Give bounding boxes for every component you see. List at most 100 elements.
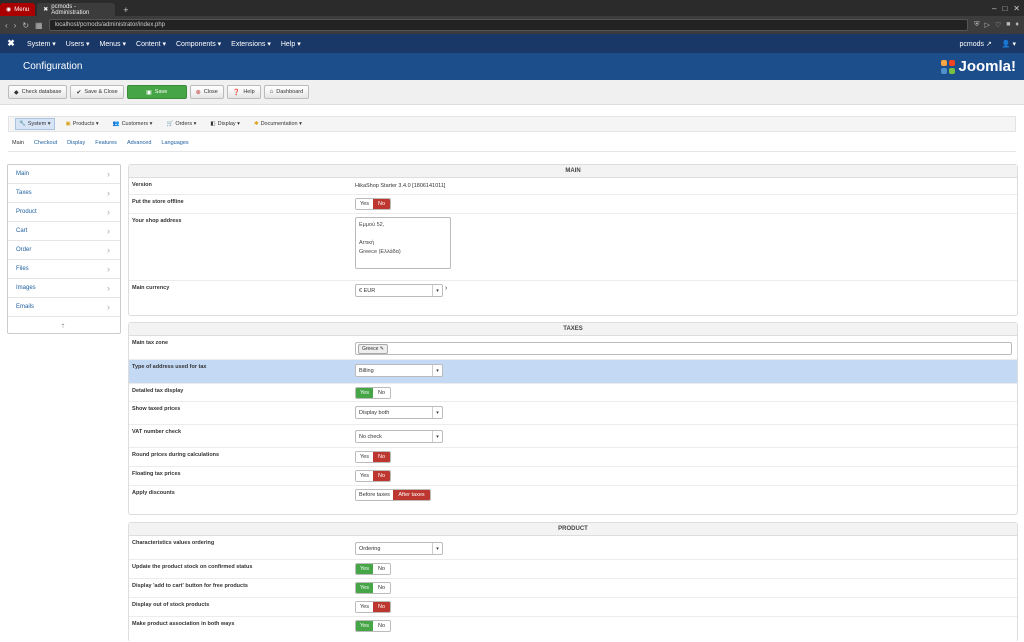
nav-help[interactable]: Help ▾ bbox=[276, 40, 306, 48]
forward-icon[interactable]: › bbox=[14, 21, 17, 30]
free-cart-toggle[interactable]: Yes No bbox=[355, 582, 391, 594]
detailed-tax-yes[interactable]: Yes bbox=[356, 388, 373, 398]
play-icon[interactable]: ▷ bbox=[985, 21, 990, 29]
tax-zone-field[interactable]: Greece ✎ bbox=[355, 342, 1012, 355]
tab-features[interactable]: Features bbox=[95, 140, 117, 151]
after-taxes-option[interactable]: After taxes bbox=[393, 490, 430, 500]
adblock-icon[interactable]: ■ bbox=[1006, 21, 1010, 29]
chevron-down-icon: ▾ bbox=[432, 285, 442, 296]
dashboard-button[interactable]: ⌂ Dashboard bbox=[263, 85, 310, 99]
new-tab-button[interactable]: + bbox=[117, 3, 134, 16]
side-item-emails[interactable]: Emails › bbox=[8, 298, 120, 317]
round-prices-no[interactable]: No bbox=[373, 452, 390, 462]
tab-main[interactable]: Main bbox=[12, 140, 24, 151]
currency-select[interactable]: € EUR ▾ bbox=[355, 284, 443, 297]
browser-menu-button[interactable]: ◉ Menu bbox=[0, 3, 36, 16]
round-prices-toggle[interactable]: Yes No bbox=[355, 451, 391, 463]
close-window-icon[interactable]: ✕ bbox=[1013, 4, 1020, 13]
hika-menu-documentation[interactable]: ✱ Documentation ▾ bbox=[251, 119, 305, 129]
nav-users[interactable]: Users ▾ bbox=[61, 40, 95, 48]
offline-yes[interactable]: Yes bbox=[356, 199, 373, 209]
round-prices-yes[interactable]: Yes bbox=[356, 452, 373, 462]
scroll-top-button[interactable]: ⇡ bbox=[8, 317, 120, 336]
url-text: localhost/pcmods/administrator/index.php bbox=[54, 22, 165, 28]
apply-discounts-toggle[interactable]: Before taxes After taxes bbox=[355, 489, 431, 501]
taxed-prices-select[interactable]: Display both ▾ bbox=[355, 406, 443, 419]
floating-tax-no[interactable]: No bbox=[373, 471, 390, 481]
side-item-main[interactable]: Main › bbox=[8, 165, 120, 184]
tax-zone-tag[interactable]: Greece ✎ bbox=[358, 343, 388, 354]
nav-extensions[interactable]: Extensions ▾ bbox=[226, 40, 276, 48]
maximize-icon[interactable]: □ bbox=[1002, 4, 1007, 13]
association-yes[interactable]: Yes bbox=[356, 621, 373, 631]
free-cart-no[interactable]: No bbox=[373, 583, 390, 593]
hika-menu-display[interactable]: ◧ Display ▾ bbox=[207, 119, 243, 129]
orders-icon: 🛒 bbox=[166, 121, 174, 127]
hika-menu-orders[interactable]: 🛒 Orders ▾ bbox=[163, 119, 199, 129]
save-button[interactable]: ▣ Save bbox=[126, 85, 187, 99]
side-item-taxes[interactable]: Taxes › bbox=[8, 184, 120, 203]
floating-tax-yes[interactable]: Yes bbox=[356, 471, 373, 481]
nav-content[interactable]: Content ▾ bbox=[131, 40, 171, 48]
floating-tax-toggle[interactable]: Yes No bbox=[355, 470, 391, 482]
nav-menus[interactable]: Menus ▾ bbox=[95, 40, 131, 48]
version-label: Version bbox=[132, 182, 152, 188]
minimize-icon[interactable]: – bbox=[992, 4, 996, 13]
detailed-tax-no[interactable]: No bbox=[373, 388, 390, 398]
home-icon: ⌂ bbox=[269, 89, 274, 95]
out-of-stock-toggle[interactable]: Yes No bbox=[355, 601, 391, 613]
hika-menu-system[interactable]: 🔧 System ▾ bbox=[15, 118, 55, 130]
side-item-product[interactable]: Product › bbox=[8, 203, 120, 222]
cancel-icon: ⊗ bbox=[195, 89, 201, 96]
offline-toggle[interactable]: Yes No bbox=[355, 198, 391, 210]
tab-languages[interactable]: Languages bbox=[161, 140, 188, 151]
stock-update-yes[interactable]: Yes bbox=[356, 564, 373, 574]
speed-dial-icon[interactable]: ▦ bbox=[35, 21, 43, 30]
char-ordering-label: Characteristics values ordering bbox=[132, 540, 215, 546]
tab-advanced[interactable]: Advanced bbox=[127, 140, 151, 151]
nav-system[interactable]: System ▾ bbox=[22, 40, 61, 48]
tab-display[interactable]: Display bbox=[67, 140, 85, 151]
association-no[interactable]: No bbox=[373, 621, 390, 631]
currency-link-icon[interactable]: › bbox=[445, 285, 447, 292]
char-ordering-select[interactable]: Ordering ▾ bbox=[355, 542, 443, 555]
user-menu[interactable]: 👤 ▾ bbox=[1002, 40, 1016, 48]
side-item-images[interactable]: Images › bbox=[8, 279, 120, 298]
out-of-stock-no[interactable]: No bbox=[373, 602, 390, 612]
url-input[interactable]: localhost/pcmods/administrator/index.php bbox=[48, 19, 969, 31]
shop-address-textarea[interactable]: Εμμού 52, Αττική Greece (Ελλάδα) bbox=[355, 217, 451, 269]
offline-no[interactable]: No bbox=[373, 199, 390, 209]
hika-menu-products[interactable]: ▣ Products ▾ bbox=[63, 119, 102, 129]
stock-update-no[interactable]: No bbox=[373, 564, 390, 574]
opera-icon: ◉ bbox=[6, 7, 12, 13]
out-of-stock-yes[interactable]: Yes bbox=[356, 602, 373, 612]
side-item-order[interactable]: Order › bbox=[8, 241, 120, 260]
side-item-files[interactable]: Files › bbox=[8, 260, 120, 279]
vat-check-select[interactable]: No check ▾ bbox=[355, 430, 443, 443]
browser-extensions: ⛨ ▷ ♡ ■ ♦ bbox=[974, 21, 1019, 29]
reload-icon[interactable]: ↻ bbox=[22, 21, 29, 30]
heart-icon[interactable]: ♡ bbox=[995, 21, 1001, 29]
joomla-logo-icon[interactable]: ✖ bbox=[0, 38, 22, 49]
tab-checkout[interactable]: Checkout bbox=[34, 140, 57, 151]
shield-icon[interactable]: ⛨ bbox=[974, 21, 979, 29]
before-taxes-option[interactable]: Before taxes bbox=[356, 490, 393, 500]
side-item-cart[interactable]: Cart › bbox=[8, 222, 120, 241]
association-toggle[interactable]: Yes No bbox=[355, 620, 391, 632]
back-icon[interactable]: ‹ bbox=[5, 21, 8, 30]
check-database-button[interactable]: ◆ Check database bbox=[8, 85, 68, 99]
browser-tab[interactable]: ✖ pcmods - Administration bbox=[37, 3, 116, 16]
nav-components[interactable]: Components ▾ bbox=[171, 40, 226, 48]
pocket-icon[interactable]: ♦ bbox=[1015, 21, 1019, 29]
detailed-tax-toggle[interactable]: Yes No bbox=[355, 387, 391, 399]
stock-update-toggle[interactable]: Yes No bbox=[355, 563, 391, 575]
taxes-panel: TAXES Main tax zone Greece ✎ Type of add… bbox=[128, 322, 1018, 515]
tax-address-type-select[interactable]: Billing ▾ bbox=[355, 364, 443, 377]
save-close-button[interactable]: ✔ Save & Close bbox=[70, 85, 124, 99]
joomla-admin-nav: ✖ System ▾ Users ▾ Menus ▾ Content ▾ Com… bbox=[0, 34, 1024, 53]
free-cart-yes[interactable]: Yes bbox=[356, 583, 373, 593]
hika-menu-customers[interactable]: 👥 Customers ▾ bbox=[110, 119, 156, 129]
help-button[interactable]: ❓ Help bbox=[226, 85, 261, 99]
site-link[interactable]: pcmods ↗ bbox=[959, 40, 991, 48]
close-button[interactable]: ⊗ Close bbox=[189, 85, 224, 99]
